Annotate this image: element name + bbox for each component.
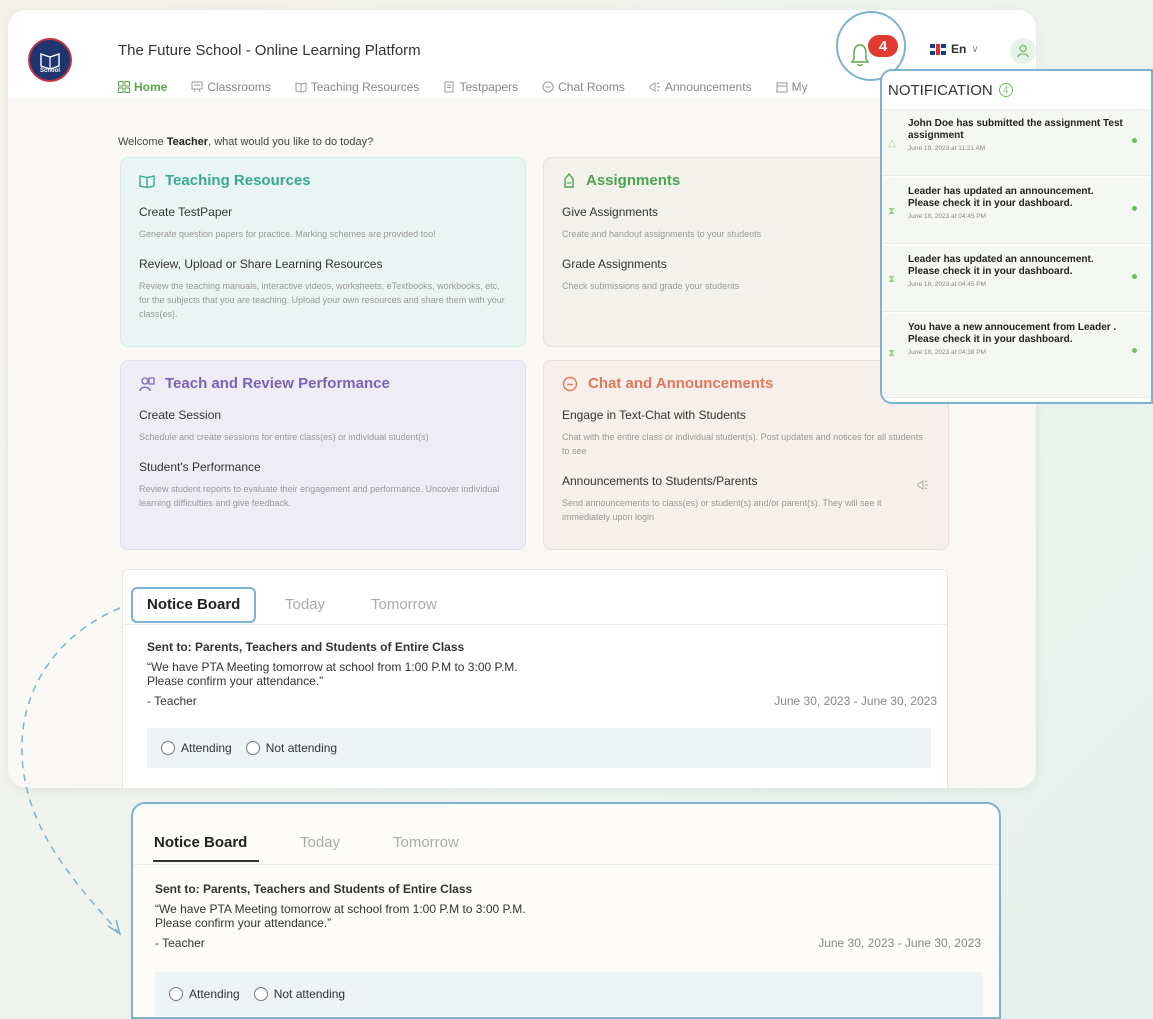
notification-date: June 18, 2023 at 04:45 PM xyxy=(908,281,987,288)
notification-text: John Doe has submitted the assignment Te… xyxy=(908,118,1123,141)
radio-circle[interactable] xyxy=(253,987,268,1001)
notification-header: NOTIFICATION 4 xyxy=(882,71,1151,110)
notification-date: June 19, 2023 at 11:21 AM xyxy=(908,145,986,152)
notice-content: Sent to: Parents, Teachers and Students … xyxy=(155,882,981,950)
active-tab-underline xyxy=(153,860,259,862)
attending-radio[interactable]: Attending xyxy=(169,987,240,1001)
radio-label: Not attending xyxy=(273,987,346,1001)
unread-dot xyxy=(1132,206,1137,211)
notice-message: “We have PTA Meeting tomorrow at school … xyxy=(155,902,981,930)
not-attending-radio[interactable]: Not attending xyxy=(253,987,346,1001)
notification-item[interactable]: ⧗ Leader has updated an announcement. Pl… xyxy=(882,178,1151,244)
radio-label: Attending xyxy=(189,987,240,1001)
notification-text: You have a new annoucement from Leader .… xyxy=(908,322,1117,345)
notice-message-line: Please confirm your attendance.” xyxy=(155,916,332,930)
megaphone-icon: ⧗ xyxy=(888,274,896,285)
notification-date: June 18, 2023 at 04:38 PM xyxy=(908,349,987,356)
tab-today[interactable]: Today xyxy=(300,834,340,851)
notice-author: - Teacher xyxy=(155,936,205,950)
bell-icon xyxy=(850,44,870,67)
megaphone-icon: ⧗ xyxy=(888,206,896,217)
megaphone-icon: ⧗ xyxy=(888,348,896,359)
notice-board-zoom: Notice Board Today Tomorrow Sent to: Par… xyxy=(131,802,1001,1019)
notification-item[interactable]: ⧗ You have a new annoucement from Leader… xyxy=(882,314,1151,398)
notification-panel: NOTIFICATION 4 △ John Doe has submitted … xyxy=(880,69,1153,404)
notification-date: June 18, 2023 at 04:45 PM xyxy=(908,213,987,220)
notification-title: NOTIFICATION xyxy=(888,81,993,99)
unread-dot xyxy=(1132,138,1137,143)
notice-tabs: Notice Board Today Tomorrow xyxy=(133,804,999,865)
notice-recipients: Sent to: Parents, Teachers and Students … xyxy=(155,882,473,896)
assignment-icon: △ xyxy=(888,138,896,149)
radio-circle[interactable] xyxy=(169,987,183,1001)
unread-dot xyxy=(1132,348,1137,353)
notification-count-badge: 4 xyxy=(868,35,898,57)
notification-item[interactable]: ⧗ Leader has updated an announcement. Pl… xyxy=(882,246,1151,312)
notification-item[interactable]: △ John Doe has submitted the assignment … xyxy=(882,110,1151,176)
notice-date: June 30, 2023 - June 30, 2023 xyxy=(818,936,981,950)
unread-dot xyxy=(1132,274,1137,279)
tab-tomorrow[interactable]: Tomorrow xyxy=(393,834,459,851)
tab-notice-board[interactable]: Notice Board xyxy=(154,834,247,851)
notification-count: 4 xyxy=(998,83,1013,97)
notification-text: Leader has updated an announcement. Plea… xyxy=(908,186,1094,209)
rsvp-options: Attending Not attending xyxy=(155,972,983,1016)
notice-message-line: “We have PTA Meeting tomorrow at school … xyxy=(155,902,526,916)
notice-meta: - Teacher June 30, 2023 - June 30, 2023 xyxy=(155,936,981,950)
notification-text: Leader has updated an announcement. Plea… xyxy=(908,254,1094,277)
